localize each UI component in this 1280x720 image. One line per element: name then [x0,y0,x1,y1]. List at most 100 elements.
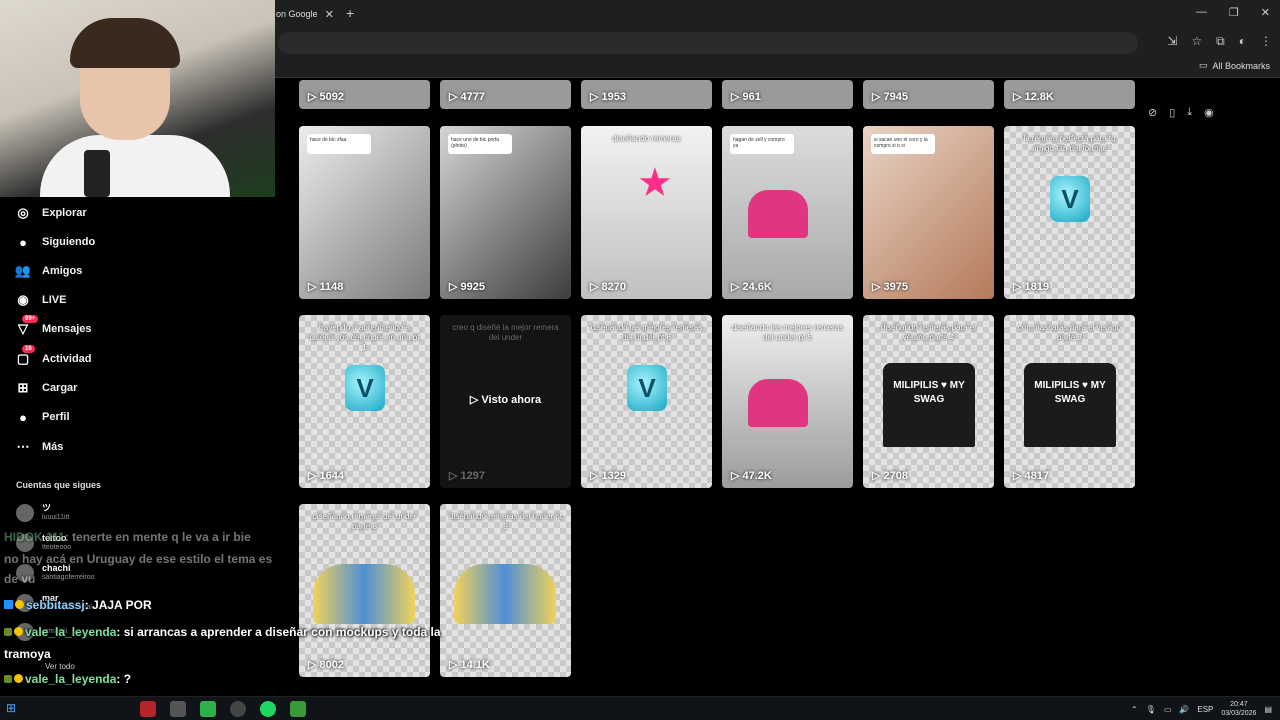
download-icon[interactable]: ⤓ [1187,106,1192,119]
address-bar[interactable] [278,32,1138,54]
windows-start-icon[interactable]: ⊞ [6,701,16,715]
menu-icon[interactable]: ⋮ [1260,34,1272,49]
system-tray: ⌃ 🎙 ▭ 🔊 ESP 20:47 03/03/2026 ▤ [1131,700,1272,718]
video-tile[interactable]: hace uno de bic porfa (photo) ▷ 9925 [440,126,571,299]
avatar-icon[interactable]: ◉ [1204,106,1214,119]
video-caption: creo q diseñé la mejor remera del under [452,323,559,342]
close-window-icon[interactable]: ✕ [1261,6,1270,19]
notification-icon[interactable]: ▤ [1264,705,1272,714]
video-tile[interactable]: diseñando remeras del under parte 8 ▷ 8002 [299,504,430,677]
video-caption: diseñando remeras [612,134,681,143]
video-tile[interactable]: ▷ 1953 [581,80,712,109]
more-icon: ⋯ [16,439,30,454]
video-caption: la remera perfecta para tu amigo fan del… [1023,134,1116,153]
video-tile[interactable]: ▷ 5092 [299,80,430,109]
view-count: ▷ 4777 [449,90,485,104]
video-tile[interactable]: si sacan uno el coro y la compro si o si… [863,126,994,299]
video-tile[interactable]: diseñando remeras para el verano parte 4… [863,315,994,488]
watched-label: ▷ Visto ahora [469,394,542,406]
account-handle: santiagoferreiroo [42,574,95,581]
sidebar-item-siguiendo[interactable]: ● Siguiendo [14,230,95,254]
video-tile[interactable]: diseñando las mejores remeras del under … [581,315,712,488]
sidebar-item-más[interactable]: ⋯ Más [14,435,64,459]
video-tile[interactable]: diseñando remeras del under pt 9 ▷ 14.1K [440,504,571,677]
account-handle: luuui11itt [42,514,70,521]
sidebar-item-cargar[interactable]: ⊞ Cargar [14,376,78,400]
view-count-value: 1297 [460,469,485,482]
view-count-value: 1644 [319,469,344,482]
tab-title: on Google [276,9,318,19]
chat-text: tramoya [4,647,51,661]
view-count-value: 12.8K [1024,90,1054,103]
profile-icon[interactable]: ◐ [1239,34,1246,49]
star-icon[interactable]: ☆ [1191,34,1202,49]
sidebar-item-amigos[interactable]: 👥 Amigos [14,259,82,283]
video-tile[interactable]: ▷ 7945 [863,80,994,109]
view-count-value: 9925 [460,280,485,293]
video-tile[interactable]: con mascaras para el verano parte 3 MILIP… [1004,315,1135,488]
app-icon[interactable] [200,701,216,717]
messages-icon: ▽ 99+ [14,315,39,338]
all-bookmarks-label: All Bookmarks [1212,60,1270,71]
video-tile[interactable]: la remera perfecta para tu amigo fan del… [1004,126,1135,299]
folder-icon: ▭ [1198,60,1208,70]
view-count-value: 47.2K [742,469,772,482]
webcam-shirt [40,135,230,197]
notification-badge: 16 [22,345,35,353]
volume-icon[interactable]: 🔊 [1179,705,1189,714]
sidebar-item-actividad[interactable]: ▢ 16 Actividad [14,345,92,371]
all-bookmarks[interactable]: ▭ All Bookmarks [1199,60,1270,71]
view-count: ▷ 1329 [590,469,626,483]
sidebar-item-perfil[interactable]: ● Perfil [14,405,69,429]
video-tile[interactable]: hace de bic xfaa ▷ 1148 [299,126,430,299]
video-tile[interactable]: creo q diseñé la mejor remera del under ▷… [440,315,571,488]
chevron-up-icon[interactable]: ⌃ [1131,705,1138,714]
play-icon: ▷ [449,281,458,293]
new-tab-button[interactable]: + [346,5,354,21]
video-tile[interactable]: ▷ 961 [722,80,853,109]
view-count: ▷ 12.8K [1013,90,1054,104]
sidebar-item-live[interactable]: ◉ LIVE [14,288,66,312]
following-account[interactable]: ツ luuui11itt [16,503,70,523]
see-all-link[interactable]: Ver todo [45,662,75,671]
sidebar-item-label: Siguiendo [42,236,96,248]
video-tile[interactable]: diseñando remeras ★ ▷ 8270 [581,126,712,299]
restore-icon[interactable]: ❐ [1229,6,1239,19]
view-count: ▷ 9925 [449,280,485,294]
play-icon: ▷ [1013,470,1022,482]
extensions-icon[interactable]: ⧉ [1216,34,1225,49]
play-icon: ▷ [872,470,881,482]
video-tile[interactable]: ▷ 12.8K [1004,80,1135,109]
tool-icons: ⊘ ▯ ⤓ ◉ [1148,100,1256,124]
clock[interactable]: 20:47 03/03/2026 [1221,700,1256,718]
close-tab-icon[interactable]: ✕ [325,8,334,21]
obs-icon[interactable] [230,701,246,717]
network-icon[interactable]: ▭ [1164,705,1172,714]
video-tile[interactable]: diseñando las mejores remeras del under … [722,315,853,488]
view-count-value: 961 [742,90,761,103]
chat-username: vale_la_leyenda [25,625,117,639]
microphone-icon [84,150,110,197]
minecraft-icon[interactable] [290,701,306,717]
minimize-icon[interactable]: — [1196,6,1207,19]
browser-tab[interactable]: on Google ✕ [270,2,338,26]
sidebar-item-label: Amigos [42,265,83,277]
video-tile[interactable]: ▷ 4777 [440,80,571,109]
phone-icon[interactable]: ▯ [1169,106,1175,119]
sidebar-item-explorar[interactable]: ◎ Explorar [14,201,86,225]
chat-message: vale_la_leyenda: ? [4,672,131,686]
app-icon[interactable] [140,701,156,717]
language-indicator[interactable]: ESP [1197,705,1213,714]
webcam-hair [70,18,180,68]
app-icon[interactable] [170,701,186,717]
link-icon[interactable]: ⊘ [1148,106,1157,119]
video-tile[interactable]: hagan de zell y compro ya ▷ 24.6K [722,126,853,299]
view-count: ▷ 2708 [872,469,908,483]
mic-icon[interactable]: 🎙 [1146,705,1156,714]
spotify-icon[interactable] [260,701,276,717]
install-icon[interactable]: ⇲ [1167,34,1177,49]
sidebar-item-mensajes[interactable]: ▽ 99+ Mensajes [14,315,92,341]
notification-badge: 99+ [22,315,39,323]
play-icon: ▷ [731,470,740,482]
video-tile[interactable]: trayendo o aprendiendo a diseñar los del… [299,315,430,488]
